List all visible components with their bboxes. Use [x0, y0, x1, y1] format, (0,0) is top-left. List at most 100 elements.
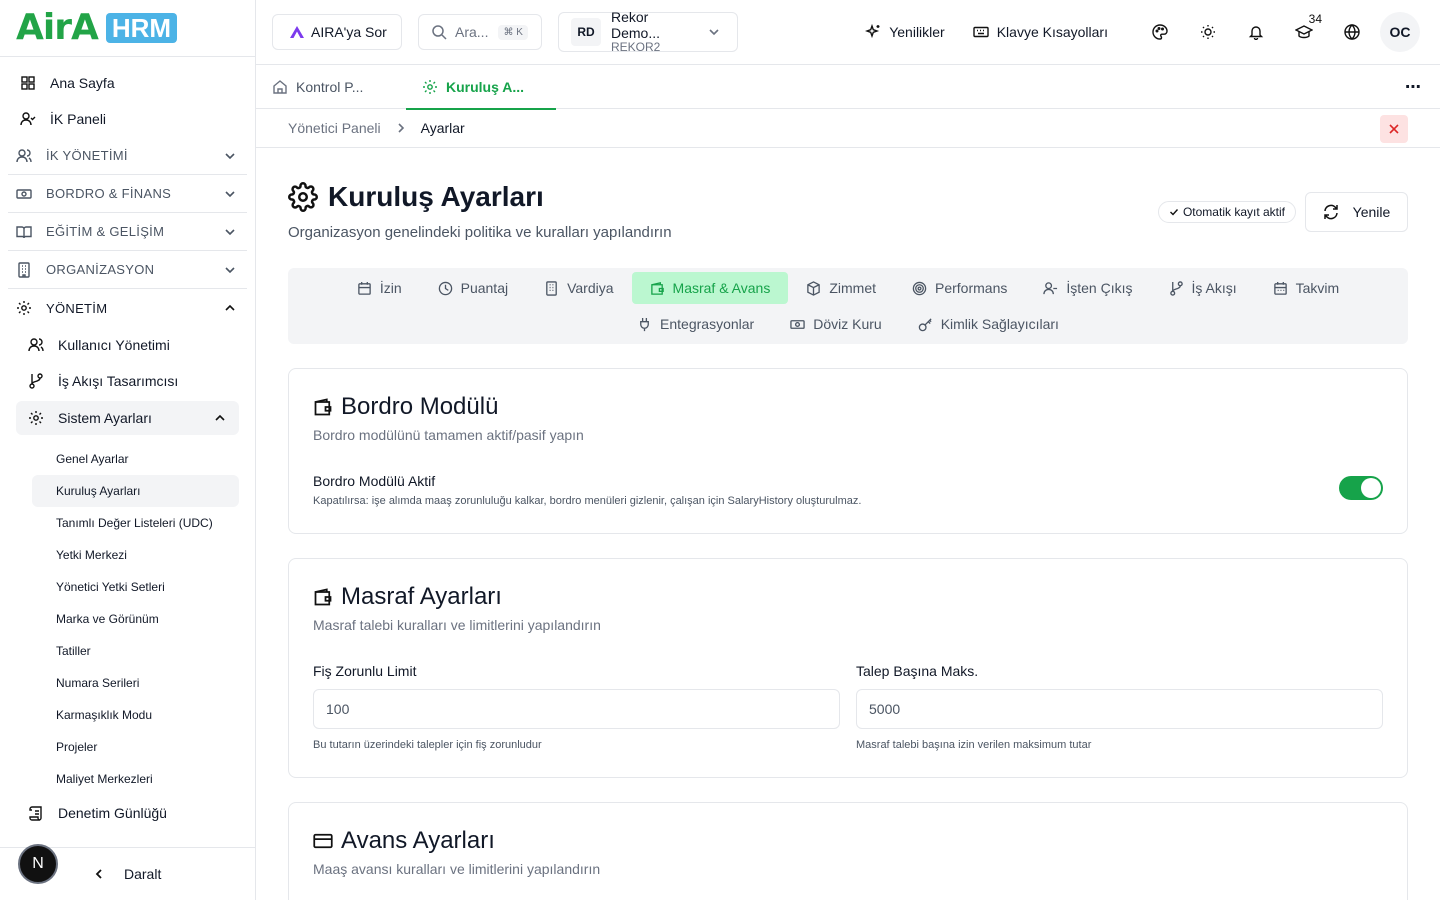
close-tab-button[interactable] — [1380, 115, 1408, 143]
ask-aira-button[interactable]: AIRA'ya Sor — [272, 14, 402, 50]
tab-assets[interactable]: Zimmet — [788, 272, 894, 304]
tab-performance[interactable]: Performans — [894, 272, 1025, 304]
sidebar-leaf-general-settings[interactable]: Genel Ayarlar — [8, 443, 247, 475]
breadcrumb: Yönetici Paneli Ayarlar — [256, 109, 1440, 148]
settings-tabs-row: Entegrasyonlar Döviz Kuru Kimlik Sağlayı… — [288, 308, 1408, 340]
receipt-limit-field: Fiş Zorunlu Limit Bu tutarın üzerindeki … — [313, 663, 840, 751]
field-label: Talep Başına Maks. — [856, 663, 979, 679]
sidebar-item-label: Kullanıcı Yönetimi — [58, 337, 170, 353]
search-button[interactable]: Ara... ⌘ K — [418, 14, 542, 50]
sidebar-leaf-holidays[interactable]: Tatiller — [8, 635, 247, 667]
sidebar-leaf-admin-permission-sets[interactable]: Yönetici Yetki Setleri — [8, 571, 247, 603]
sidebar-leaf-udc[interactable]: Tanımlı Değer Listeleri (UDC) — [8, 507, 247, 539]
sun-icon — [1200, 24, 1216, 40]
page-title-text: Kuruluş Ayarları — [328, 181, 544, 212]
banknote-icon — [790, 317, 805, 332]
keyboard-shortcuts-button[interactable]: Klavye Kısayolları — [973, 24, 1108, 40]
chevron-down-icon — [223, 187, 237, 201]
avatar[interactable]: N — [18, 844, 58, 884]
payroll-module-toggle[interactable] — [1339, 476, 1383, 500]
tab-label: Puantaj — [460, 280, 509, 296]
tab-integrations[interactable]: Entegrasyonlar — [619, 308, 772, 340]
building-icon — [16, 261, 32, 278]
sidebar-section-training[interactable]: EĞİTİM & GELİŞİM — [8, 213, 247, 251]
training-button[interactable]: 34 — [1280, 8, 1328, 56]
tab-leave[interactable]: İzin — [339, 272, 420, 304]
tab-label: Entegrasyonlar — [660, 316, 755, 332]
tab-label: Döviz Kuru — [813, 316, 882, 332]
gear-icon — [28, 410, 44, 426]
company-switcher[interactable]: RD Rekor Demo... REKOR2 — [558, 9, 738, 55]
keyboard-shortcuts-label: Klavye Kısayolları — [996, 24, 1108, 40]
tab-expense-advance[interactable]: Masraf & Avans — [631, 272, 789, 304]
tab-timesheet[interactable]: Puantaj — [420, 272, 526, 304]
target-icon — [912, 281, 927, 296]
sidebar-item-user-management[interactable]: Kullanıcı Yönetimi — [8, 327, 247, 363]
max-per-request-input[interactable] — [856, 689, 1383, 729]
company-text: Rekor Demo... REKOR2 — [611, 9, 697, 55]
user-avatar[interactable]: OC — [1380, 12, 1420, 52]
package-icon — [806, 280, 821, 296]
keyboard-icon — [973, 24, 989, 40]
card-description: Bordro modülünü tamamen aktif/pasif yapı… — [313, 427, 584, 443]
max-per-request-field: Talep Başına Maks. Masraf talebi başına … — [856, 663, 1383, 751]
toggle-hint: Kapatılırsa: işe alımda maaş zorunluluğu… — [313, 495, 862, 507]
card-title-text: Bordro Modülü — [341, 393, 499, 420]
sidebar-section-organization[interactable]: ORGANİZASYON — [8, 251, 247, 289]
sidebar-section-label: ORGANİZASYON — [46, 262, 155, 277]
sidebar-leaf-projects[interactable]: Projeler — [8, 731, 247, 763]
sidebar-item-system-settings[interactable]: Sistem Ayarları — [16, 401, 239, 435]
calendar-icon — [1273, 281, 1288, 296]
sidebar-item-label: İş Akışı Tasarımcısı — [58, 373, 179, 389]
tab-exchange-rate[interactable]: Döviz Kuru — [772, 308, 899, 340]
sidebar-item-home[interactable]: Ana Sayfa — [8, 65, 247, 101]
palette-icon — [1152, 24, 1168, 40]
sidebar-leaf-organization-settings[interactable]: Kuruluş Ayarları — [32, 475, 239, 507]
logo[interactable]: AirA HRM — [0, 0, 255, 57]
refresh-label: Yenile — [1352, 204, 1391, 220]
receipt-limit-input[interactable] — [313, 689, 840, 729]
sidebar-section-hr[interactable]: İK YÖNETİMİ — [8, 137, 247, 175]
more-options-button[interactable]: ⋯ — [1405, 77, 1422, 97]
settings-tabs: İzin Puantaj Vardiya Masraf & Avans Zimm… — [288, 268, 1408, 344]
collapse-sidebar-button[interactable]: Daralt — [92, 866, 161, 882]
sidebar-item-workflow-designer[interactable]: İş Akışı Tasarımcısı — [8, 363, 247, 399]
sidebar-leaf-complexity-mode[interactable]: Karmaşıklık Modu — [8, 699, 247, 731]
autosave-badge: Otomatik kayıt aktif — [1157, 201, 1296, 223]
sidebar-leaf-number-series[interactable]: Numara Serileri — [8, 667, 247, 699]
sidebar-section-management[interactable]: YÖNETİM — [8, 289, 247, 327]
breadcrumb-parent[interactable]: Yönetici Paneli — [288, 120, 381, 136]
tab-organization-settings[interactable]: Kuruluş A... — [406, 65, 556, 110]
tab-control-panel[interactable]: Kontrol P... — [256, 65, 406, 109]
sidebar-item-audit-log[interactable]: Denetim Günlüğü — [8, 795, 247, 831]
sidebar-leaf-cost-centers[interactable]: Maliyet Merkezleri — [8, 763, 247, 795]
gear-icon — [16, 300, 32, 316]
chevron-down-icon — [223, 225, 237, 239]
book-icon — [16, 224, 32, 240]
language-button[interactable] — [1328, 8, 1376, 56]
sidebar-leaf-permission-center[interactable]: Yetki Merkezi — [8, 539, 247, 571]
wallet-icon — [650, 281, 665, 296]
tab-workflow[interactable]: İş Akışı — [1151, 272, 1255, 304]
tab-calendar[interactable]: Takvim — [1255, 272, 1358, 304]
gear-icon — [288, 182, 318, 212]
chevron-down-icon — [707, 25, 721, 39]
sidebar-section-label: İK YÖNETİMİ — [46, 148, 128, 163]
notifications-button[interactable] — [1232, 8, 1280, 56]
tab-identity-providers[interactable]: Kimlik Sağlayıcıları — [900, 308, 1077, 340]
news-button[interactable]: Yenilikler — [865, 24, 945, 40]
card-title-text: Avans Ayarları — [341, 827, 495, 854]
refresh-button[interactable]: Yenile — [1305, 192, 1408, 232]
wallet-icon — [313, 587, 333, 607]
theme-palette-button[interactable] — [1136, 8, 1184, 56]
sidebar-item-hr-panel[interactable]: İK Paneli — [8, 101, 247, 137]
tab-label: Kimlik Sağlayıcıları — [940, 316, 1059, 332]
topbar: AIRA'ya Sor Ara... ⌘ K RD Rekor Demo... … — [256, 0, 1440, 65]
sidebar-leaf-branding[interactable]: Marka ve Görünüm — [8, 603, 247, 635]
sidebar-section-payroll[interactable]: BORDRO & FİNANS — [8, 175, 247, 213]
theme-toggle-button[interactable] — [1184, 8, 1232, 56]
tab-offboarding[interactable]: İşten Çıkış — [1025, 272, 1150, 304]
autosave-label: Otomatik kayıt aktif — [1182, 205, 1285, 219]
plug-icon — [637, 317, 652, 332]
tab-shift[interactable]: Vardiya — [526, 272, 631, 304]
